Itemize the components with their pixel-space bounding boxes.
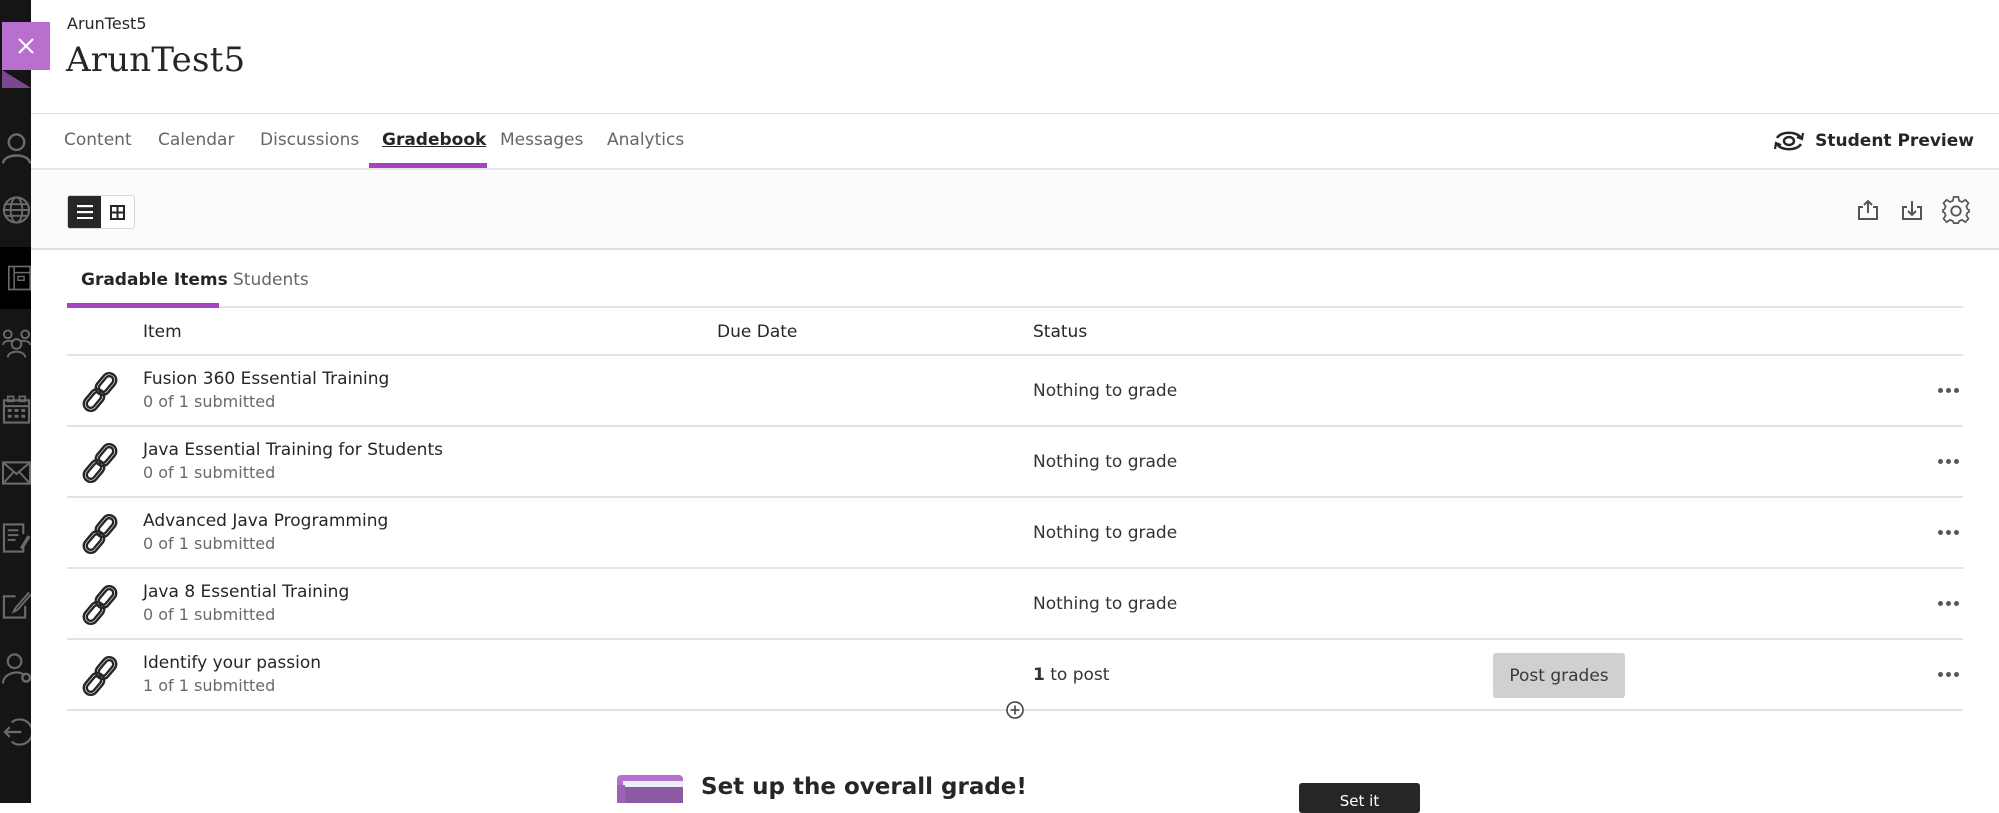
edit-icon[interactable]: [0, 575, 31, 635]
grid-view-button[interactable]: [101, 196, 134, 228]
subtab-students[interactable]: Students: [233, 270, 309, 290]
list-view-button[interactable]: [68, 196, 101, 228]
more-options-button[interactable]: [1933, 378, 1963, 402]
messages-icon[interactable]: [0, 443, 31, 503]
course-header: ArunTest5 ArunTest5: [31, 0, 1999, 114]
tab-gradebook[interactable]: Gradebook: [382, 130, 486, 150]
calendar-icon[interactable]: [0, 380, 31, 440]
link-icon: [82, 584, 118, 626]
status-count: 1: [1033, 665, 1045, 685]
link-icon: [82, 442, 118, 484]
profile-icon[interactable]: [0, 118, 31, 178]
close-course-button[interactable]: [2, 22, 50, 70]
item-name[interactable]: Java Essential Training for Students: [143, 440, 443, 460]
table-row: Java Essential Training for Students 0 o…: [67, 427, 1963, 498]
groups-icon[interactable]: [0, 313, 31, 373]
item-name[interactable]: Fusion 360 Essential Training: [143, 369, 389, 389]
active-tab-indicator: [369, 163, 487, 168]
tab-content[interactable]: Content: [64, 130, 132, 150]
item-status: Nothing to grade: [1033, 594, 1178, 614]
settings-button[interactable]: [1941, 192, 1971, 228]
close-tab-fold: [2, 70, 31, 88]
student-preview-label: Student Preview: [1815, 131, 1974, 151]
more-options-button[interactable]: [1933, 520, 1963, 544]
courses-icon[interactable]: [0, 247, 31, 309]
tab-discussions[interactable]: Discussions: [260, 130, 359, 150]
set-it-up-button[interactable]: Set it: [1299, 783, 1420, 813]
tab-analytics[interactable]: Analytics: [607, 130, 684, 150]
subtab-gradable-items[interactable]: Gradable Items: [81, 270, 228, 290]
list-view-icon: [76, 205, 93, 219]
item-status: 1 to post: [1033, 665, 1109, 685]
more-options-button[interactable]: [1933, 662, 1963, 686]
item-status: Nothing to grade: [1033, 523, 1178, 543]
book-icon: [617, 775, 683, 803]
download-icon: [1902, 201, 1922, 220]
user-settings-icon[interactable]: [0, 638, 31, 698]
table-row: Fusion 360 Essential Training 0 of 1 sub…: [67, 356, 1963, 427]
upload-button[interactable]: [1853, 192, 1883, 228]
student-preview-button[interactable]: Student Preview: [1773, 128, 1974, 154]
more-options-button[interactable]: [1933, 591, 1963, 615]
table-row: Java 8 Essential Training 0 of 1 submitt…: [67, 569, 1963, 640]
item-status: Nothing to grade: [1033, 452, 1178, 472]
student-preview-icon: [1774, 131, 1805, 151]
more-options-button[interactable]: [1933, 449, 1963, 473]
item-submitted: 1 of 1 submitted: [143, 676, 276, 695]
link-icon: [82, 655, 118, 697]
gear-icon: [1942, 196, 1970, 224]
status-text: to post: [1050, 665, 1110, 685]
gradebook-subtabs: Gradable Items Students: [67, 250, 1963, 308]
toolbar-actions: [1853, 192, 1971, 228]
gradebook-toolbar: [31, 172, 1999, 250]
item-submitted: 0 of 1 submitted: [143, 463, 276, 482]
item-name[interactable]: Advanced Java Programming: [143, 511, 388, 531]
download-button[interactable]: [1897, 192, 1927, 228]
column-header-due-date[interactable]: Due Date: [717, 322, 797, 342]
add-item-icon[interactable]: [1005, 700, 1025, 720]
item-name[interactable]: Java 8 Essential Training: [143, 582, 349, 602]
item-submitted: 0 of 1 submitted: [143, 605, 276, 624]
item-submitted: 0 of 1 submitted: [143, 534, 276, 553]
column-header-item[interactable]: Item: [143, 322, 182, 342]
link-icon: [82, 513, 118, 555]
link-icon: [82, 371, 118, 413]
item-name[interactable]: Identify your passion: [143, 653, 321, 673]
globe-icon[interactable]: [0, 180, 31, 240]
upload-icon: [1858, 199, 1878, 220]
column-header-status[interactable]: Status: [1033, 322, 1087, 342]
course-title: ArunTest5: [66, 40, 246, 80]
item-status: Nothing to grade: [1033, 381, 1178, 401]
sidebar: [0, 0, 31, 803]
tab-messages[interactable]: Messages: [500, 130, 583, 150]
course-breadcrumb: ArunTest5: [67, 14, 147, 33]
view-toggle: [67, 195, 135, 229]
grid-view-icon: [110, 204, 125, 220]
table-header: Item Due Date Status: [67, 308, 1963, 356]
table-row: Advanced Java Programming 0 of 1 submitt…: [67, 498, 1963, 569]
tab-calendar[interactable]: Calendar: [158, 130, 234, 150]
sign-out-icon[interactable]: [0, 702, 31, 762]
close-icon: [18, 38, 34, 54]
course-nav-tabs: Content Calendar Discussions Gradebook M…: [31, 114, 1999, 170]
overall-grade-banner-title: Set up the overall grade!: [701, 774, 1027, 800]
grades-icon[interactable]: [0, 508, 31, 568]
item-submitted: 0 of 1 submitted: [143, 392, 276, 411]
post-grades-button[interactable]: Post grades: [1493, 653, 1625, 698]
